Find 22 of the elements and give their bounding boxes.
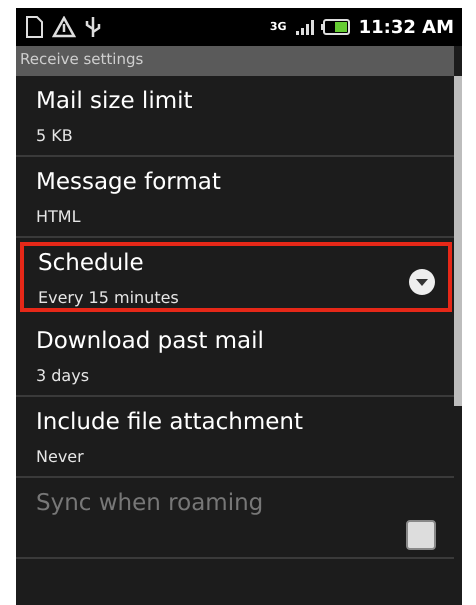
setting-title: Download past mail	[36, 327, 265, 356]
setting-row[interactable]: Schedule Every 15 minutes	[20, 242, 452, 312]
setting-value: 3 days	[36, 365, 90, 387]
usb-icon	[84, 15, 102, 39]
setting-title: Sync when roaming	[36, 489, 264, 518]
signal-icon	[294, 18, 317, 36]
setting-value: Every 15 minutes	[38, 287, 180, 309]
sd-card-icon	[24, 15, 44, 39]
warning-icon	[52, 16, 76, 38]
clock-time: 11:32 AM	[358, 16, 454, 40]
setting-value: Never	[36, 446, 85, 468]
network-indicator: 3G	[270, 18, 287, 35]
setting-title: Schedule	[38, 249, 145, 278]
setting-value: 5 KB	[36, 125, 74, 147]
setting-title: Mail size limit	[36, 87, 194, 116]
setting-row[interactable]: Include file attachment Never	[16, 397, 454, 478]
setting-title: Include file attachment	[36, 408, 304, 437]
battery-icon	[320, 19, 351, 35]
setting-value: HTML	[36, 206, 82, 228]
section-header: Receive settings	[16, 46, 454, 76]
setting-title: Message format	[36, 168, 222, 197]
dropdown-icon[interactable]	[408, 268, 436, 296]
